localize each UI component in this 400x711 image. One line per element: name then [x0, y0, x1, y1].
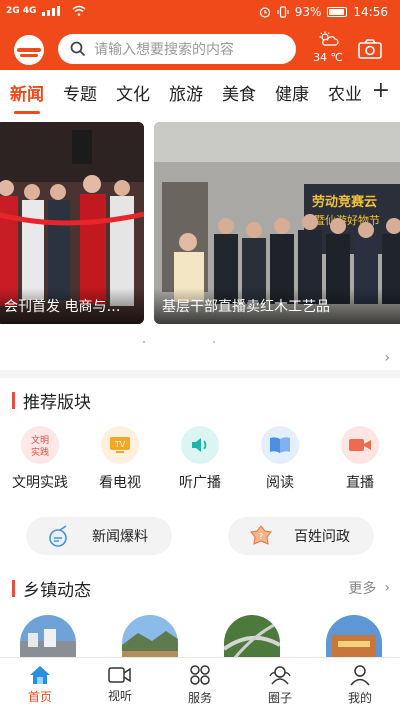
more-link[interactable]: 更多 ›	[348, 578, 390, 598]
alarm-icon	[259, 7, 270, 18]
banner-item[interactable]: 劳动竞赛云 暨仙游好物节 基层干部直播卖红木工艺品	[154, 122, 400, 324]
nav-label: 视听	[107, 688, 132, 703]
shortcut-live[interactable]: 直播	[320, 426, 400, 492]
tv-icon: TV	[101, 426, 139, 464]
grid-services-icon	[190, 664, 210, 685]
banner-caption: 会刊首发 电商与…	[0, 288, 144, 324]
search-icon	[70, 41, 86, 57]
public-inquiry-button[interactable]: ? 百姓问政	[228, 517, 374, 555]
community-icon	[269, 665, 291, 684]
shortcut-civilization-practice[interactable]: 文明 实践 文明实践	[0, 426, 80, 492]
shortcut-label: 看电视	[99, 475, 141, 491]
nav-profile[interactable]: 我的	[320, 658, 400, 711]
nav-label: 我的	[347, 690, 372, 705]
chevron-right-icon[interactable]: ›	[384, 350, 390, 366]
news-tip-button[interactable]: 新闻爆料	[26, 517, 172, 555]
town-thumbnail[interactable]	[122, 615, 178, 659]
battery-icon	[327, 7, 348, 17]
camera-button[interactable]	[358, 39, 382, 63]
recommend-title: 推荐版块	[23, 393, 91, 413]
tab-culture[interactable]: 文化	[116, 80, 150, 105]
nav-label: 首页	[27, 689, 52, 704]
tab-topics[interactable]: 专题	[63, 80, 97, 105]
book-icon	[261, 426, 299, 464]
profile-icon	[350, 664, 370, 685]
app-logo[interactable]	[14, 35, 44, 65]
shortcut-label: 阅读	[266, 475, 294, 491]
category-tabs: 新闻 专题 文化 旅游 美食 健康 农业	[0, 70, 400, 114]
nav-media[interactable]: 视听	[80, 658, 160, 711]
civilization-practice-icon: 文明 实践	[21, 426, 59, 464]
svg-text:TV: TV	[114, 440, 126, 449]
search-placeholder: 请输入想要搜索的内容	[94, 42, 234, 58]
public-inquiry-icon: ?	[250, 525, 272, 545]
town-title: 乡镇动态	[23, 581, 91, 601]
clock: 14:56	[353, 5, 388, 19]
battery-percent: 93%	[294, 5, 322, 19]
bottom-navigation: 首页 视听 服务 圈子 我的	[0, 657, 400, 711]
nav-home[interactable]: 首页	[0, 658, 80, 711]
svg-text:实践: 实践	[31, 446, 49, 458]
tab-agriculture[interactable]: 农业	[328, 80, 362, 105]
shortcut-label: 听广播	[179, 475, 221, 491]
vibrate-icon	[277, 6, 289, 18]
section-divider	[0, 370, 400, 378]
shortcut-label: 文明实践	[12, 475, 68, 491]
svg-text:劳动竞赛云: 劳动竞赛云	[312, 194, 377, 210]
section-marker	[12, 392, 15, 409]
section-marker	[12, 580, 15, 597]
nav-label: 圈子	[267, 690, 292, 705]
tab-travel[interactable]: 旅游	[169, 80, 203, 105]
home-icon	[30, 665, 50, 684]
signal-icon	[42, 5, 61, 16]
banner-caption: 基层干部直播卖红木工艺品	[154, 288, 400, 324]
nav-community[interactable]: 圈子	[240, 658, 320, 711]
tab-health[interactable]: 健康	[275, 80, 309, 105]
chevron-right-icon: ›	[384, 580, 390, 596]
town-thumbnail[interactable]	[224, 615, 280, 659]
town-thumbnail[interactable]	[20, 615, 76, 659]
tab-food[interactable]: 美食	[222, 80, 256, 105]
shortcut-reading[interactable]: 阅读	[240, 426, 320, 492]
weather-temp: 34 ℃	[313, 51, 343, 64]
camera-icon	[358, 39, 382, 59]
network-indicator: 2G 4G	[6, 5, 37, 16]
shortcut-label: 直播	[346, 475, 374, 491]
nav-services[interactable]: 服务	[160, 658, 240, 711]
svg-text:?: ?	[259, 532, 263, 541]
radio-icon	[181, 426, 219, 464]
add-tab-icon[interactable]: +	[372, 78, 390, 103]
svg-text:文明: 文明	[31, 434, 49, 446]
more-label: 更多	[348, 581, 377, 597]
search-input[interactable]: 请输入想要搜索的内容	[58, 34, 296, 64]
shortcut-watch-tv[interactable]: TV 看电视	[80, 426, 160, 492]
shortcut-radio[interactable]: 听广播	[160, 426, 240, 492]
app-header: 2G 4G 93% 14:56 请输入想要搜索的内容 34 ℃	[0, 0, 400, 70]
live-camera-icon	[341, 426, 379, 464]
pill-label: 新闻爆料	[92, 529, 148, 545]
news-tip-icon	[49, 525, 67, 547]
partly-cloudy-icon	[319, 31, 339, 46]
pill-label: 百姓问政	[294, 529, 350, 545]
nav-label: 服务	[187, 690, 212, 705]
section-title-town: 乡镇动态	[12, 576, 91, 601]
video-icon	[108, 666, 131, 683]
status-bar: 2G 4G 93% 14:56	[0, 0, 400, 26]
town-thumbnail[interactable]	[326, 615, 382, 659]
section-title-recommend: 推荐版块	[12, 388, 91, 413]
banner-item[interactable]: 会刊首发 电商与…	[0, 122, 144, 324]
wifi-icon	[72, 5, 86, 16]
carousel-indicator	[143, 341, 215, 343]
tab-news[interactable]: 新闻	[10, 80, 44, 114]
weather-widget[interactable]: 34 ℃	[310, 31, 346, 64]
